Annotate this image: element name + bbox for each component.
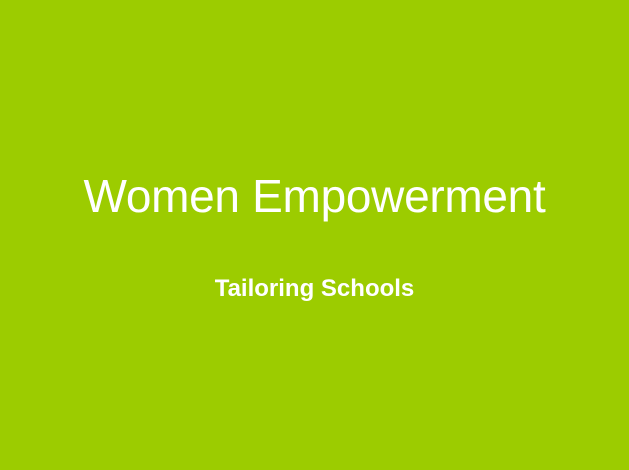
- slide-subtitle: Tailoring Schools: [214, 275, 415, 302]
- slide: Women Empowerment Tailoring Schools: [0, 0, 629, 470]
- slide-title: Women Empowerment: [83, 170, 546, 222]
